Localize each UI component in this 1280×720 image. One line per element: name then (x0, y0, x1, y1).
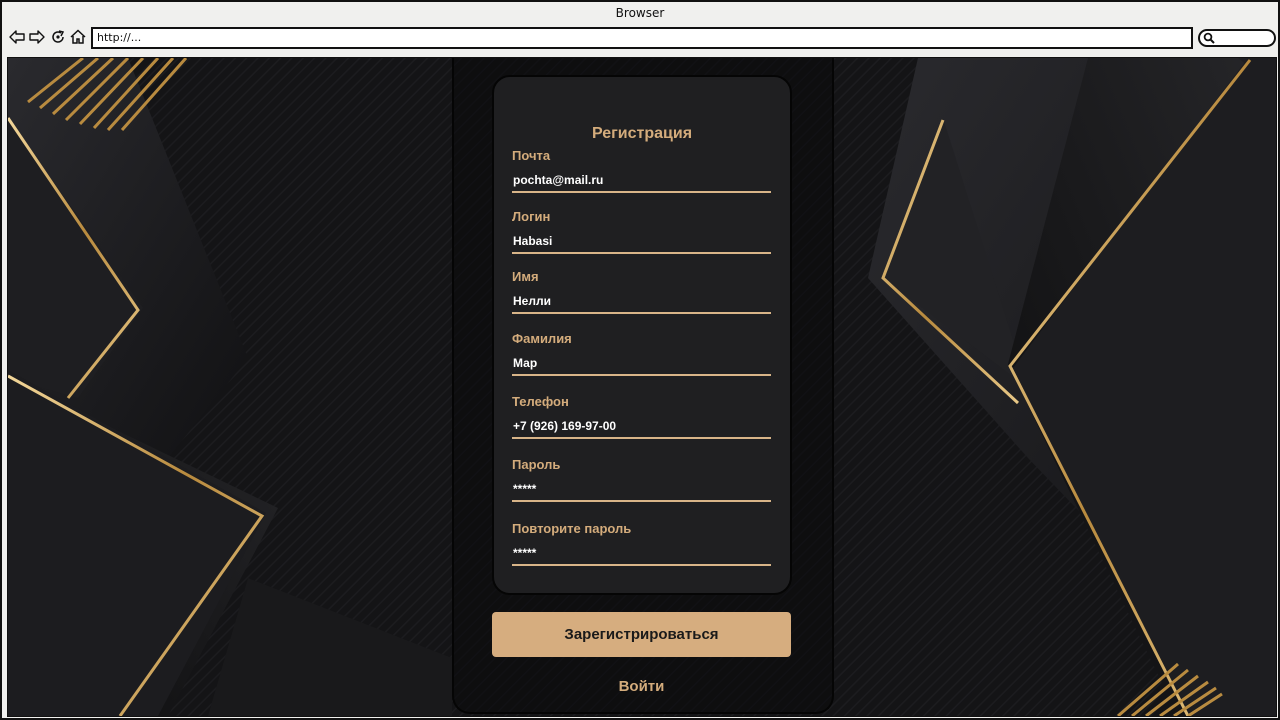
password-label: Пароль (512, 457, 561, 472)
name-field: Имя (512, 269, 771, 314)
email-label: Почта (512, 148, 551, 163)
browser-window: Browser http://... Регистрация Почта poc… (0, 0, 1280, 720)
back-icon[interactable] (8, 28, 26, 46)
search-input[interactable] (1198, 29, 1276, 47)
url-bar[interactable]: http://... (91, 27, 1193, 49)
search-icon (1203, 32, 1215, 44)
reload-icon[interactable] (49, 28, 67, 46)
home-icon[interactable] (69, 28, 87, 46)
email-field: Почта (512, 148, 771, 193)
confirm-password-input[interactable] (512, 544, 771, 566)
login-input[interactable] (512, 232, 771, 254)
login-label: Логин (512, 209, 551, 224)
password-field: Пароль (512, 457, 771, 502)
register-button[interactable]: Зарегистрироваться (492, 612, 791, 657)
phone-input[interactable] (512, 417, 771, 439)
login-field: Логин (512, 209, 771, 254)
form-title: Регистрация (591, 125, 693, 142)
password-input[interactable] (512, 480, 771, 502)
surname-field: Фамилия (512, 331, 771, 376)
phone-label: Телефон (512, 394, 569, 409)
confirm-password-field: Повторите пароль (512, 521, 771, 566)
navigation-bar: http://... (2, 24, 1278, 52)
phone-field: Телефон (512, 394, 771, 439)
page-viewport: Регистрация Почта Логин Имя Фамилия Теле… (7, 57, 1277, 717)
surname-label: Фамилия (512, 331, 572, 346)
confirm-password-label: Повторите пароль (512, 521, 632, 536)
name-label: Имя (512, 269, 539, 284)
email-input[interactable] (512, 171, 771, 193)
login-link[interactable]: Войти (492, 678, 791, 695)
forward-icon[interactable] (28, 28, 46, 46)
name-input[interactable] (512, 292, 771, 314)
surname-input[interactable] (512, 354, 771, 376)
window-title: Browser (615, 6, 665, 20)
